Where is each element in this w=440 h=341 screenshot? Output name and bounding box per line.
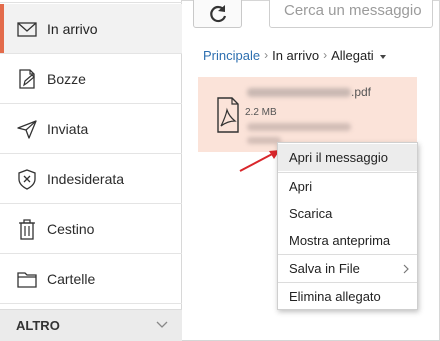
- send-icon: [17, 120, 37, 139]
- breadcrumb-separator: ›: [264, 48, 269, 62]
- attachment-size: 2.2 MB: [245, 107, 277, 118]
- breadcrumb-separator: ›: [323, 48, 328, 62]
- breadcrumb-current-dropdown[interactable]: Allegati: [331, 48, 386, 63]
- sidebar-item-label: Indesiderata: [47, 171, 125, 187]
- trash-icon: [19, 219, 35, 240]
- altro-section-toggle[interactable]: ALTRO: [0, 309, 182, 341]
- sidebar-item-label: Inviata: [47, 121, 89, 137]
- sidebar-item-drafts[interactable]: Bozze: [0, 54, 182, 104]
- sidebar-item-inbox[interactable]: In arrivo: [0, 4, 182, 54]
- menu-item-open[interactable]: Apri: [278, 173, 417, 200]
- attachment-extension: .pdf: [351, 85, 372, 99]
- spam-shield-icon: [18, 169, 36, 190]
- menu-item-open-message[interactable]: Apri il messaggio: [278, 144, 417, 171]
- context-menu: Apri il messaggio Apri Scarica Mostra an…: [277, 142, 418, 310]
- search-input[interactable]: Cerca un messaggio: [269, 0, 433, 28]
- sidebar-item-folders[interactable]: Cartelle: [0, 254, 182, 304]
- sidebar-top-divider: [0, 0, 182, 3]
- toolbar: Cerca un messaggio: [183, 0, 440, 32]
- sidebar-item-label: Cartelle: [47, 271, 96, 287]
- chevron-down-icon: [156, 321, 168, 328]
- sidebar-item-spam[interactable]: Indesiderata: [0, 154, 182, 204]
- refresh-icon: [210, 5, 227, 23]
- sidebar-item-label: In arrivo: [47, 21, 98, 37]
- breadcrumb: Principale › In arrivo › Allegati: [203, 46, 386, 64]
- refresh-button[interactable]: [193, 0, 242, 28]
- menu-item-preview[interactable]: Mostra anteprima: [278, 227, 417, 254]
- attachment-card[interactable]: .pdf 2.2 MB: [198, 77, 417, 152]
- folder-icon: [17, 272, 37, 288]
- envelope-icon: [17, 22, 37, 37]
- menu-item-download[interactable]: Scarica: [278, 200, 417, 227]
- draft-icon: [19, 69, 35, 89]
- attachment-filename: .pdf: [247, 85, 371, 99]
- breadcrumb-root-link[interactable]: Principale: [203, 48, 260, 63]
- sidebar-item-label: Bozze: [47, 71, 86, 87]
- search-placeholder: Cerca un messaggio: [284, 2, 422, 19]
- sidebar-item-trash[interactable]: Cestino: [0, 204, 182, 254]
- altro-label: ALTRO: [16, 318, 60, 333]
- sidebar-item-label: Cestino: [47, 221, 95, 237]
- sidebar: In arrivo Bozze Inviata Indesiderata Ces…: [0, 0, 182, 341]
- breadcrumb-current-label: Allegati: [331, 47, 374, 63]
- chevron-right-icon: [403, 264, 409, 274]
- breadcrumb-folder: In arrivo: [272, 47, 320, 63]
- menu-item-save-to-files[interactable]: Salva in File: [278, 255, 417, 282]
- pdf-file-icon: [217, 97, 239, 133]
- menu-item-label: Salva in File: [289, 261, 360, 276]
- sidebar-item-sent[interactable]: Inviata: [0, 104, 182, 154]
- caret-down-icon: [379, 54, 386, 59]
- redacted-sender: [247, 123, 351, 131]
- redacted-filename: [247, 88, 351, 98]
- menu-item-delete-attachment[interactable]: Elimina allegato: [278, 283, 417, 310]
